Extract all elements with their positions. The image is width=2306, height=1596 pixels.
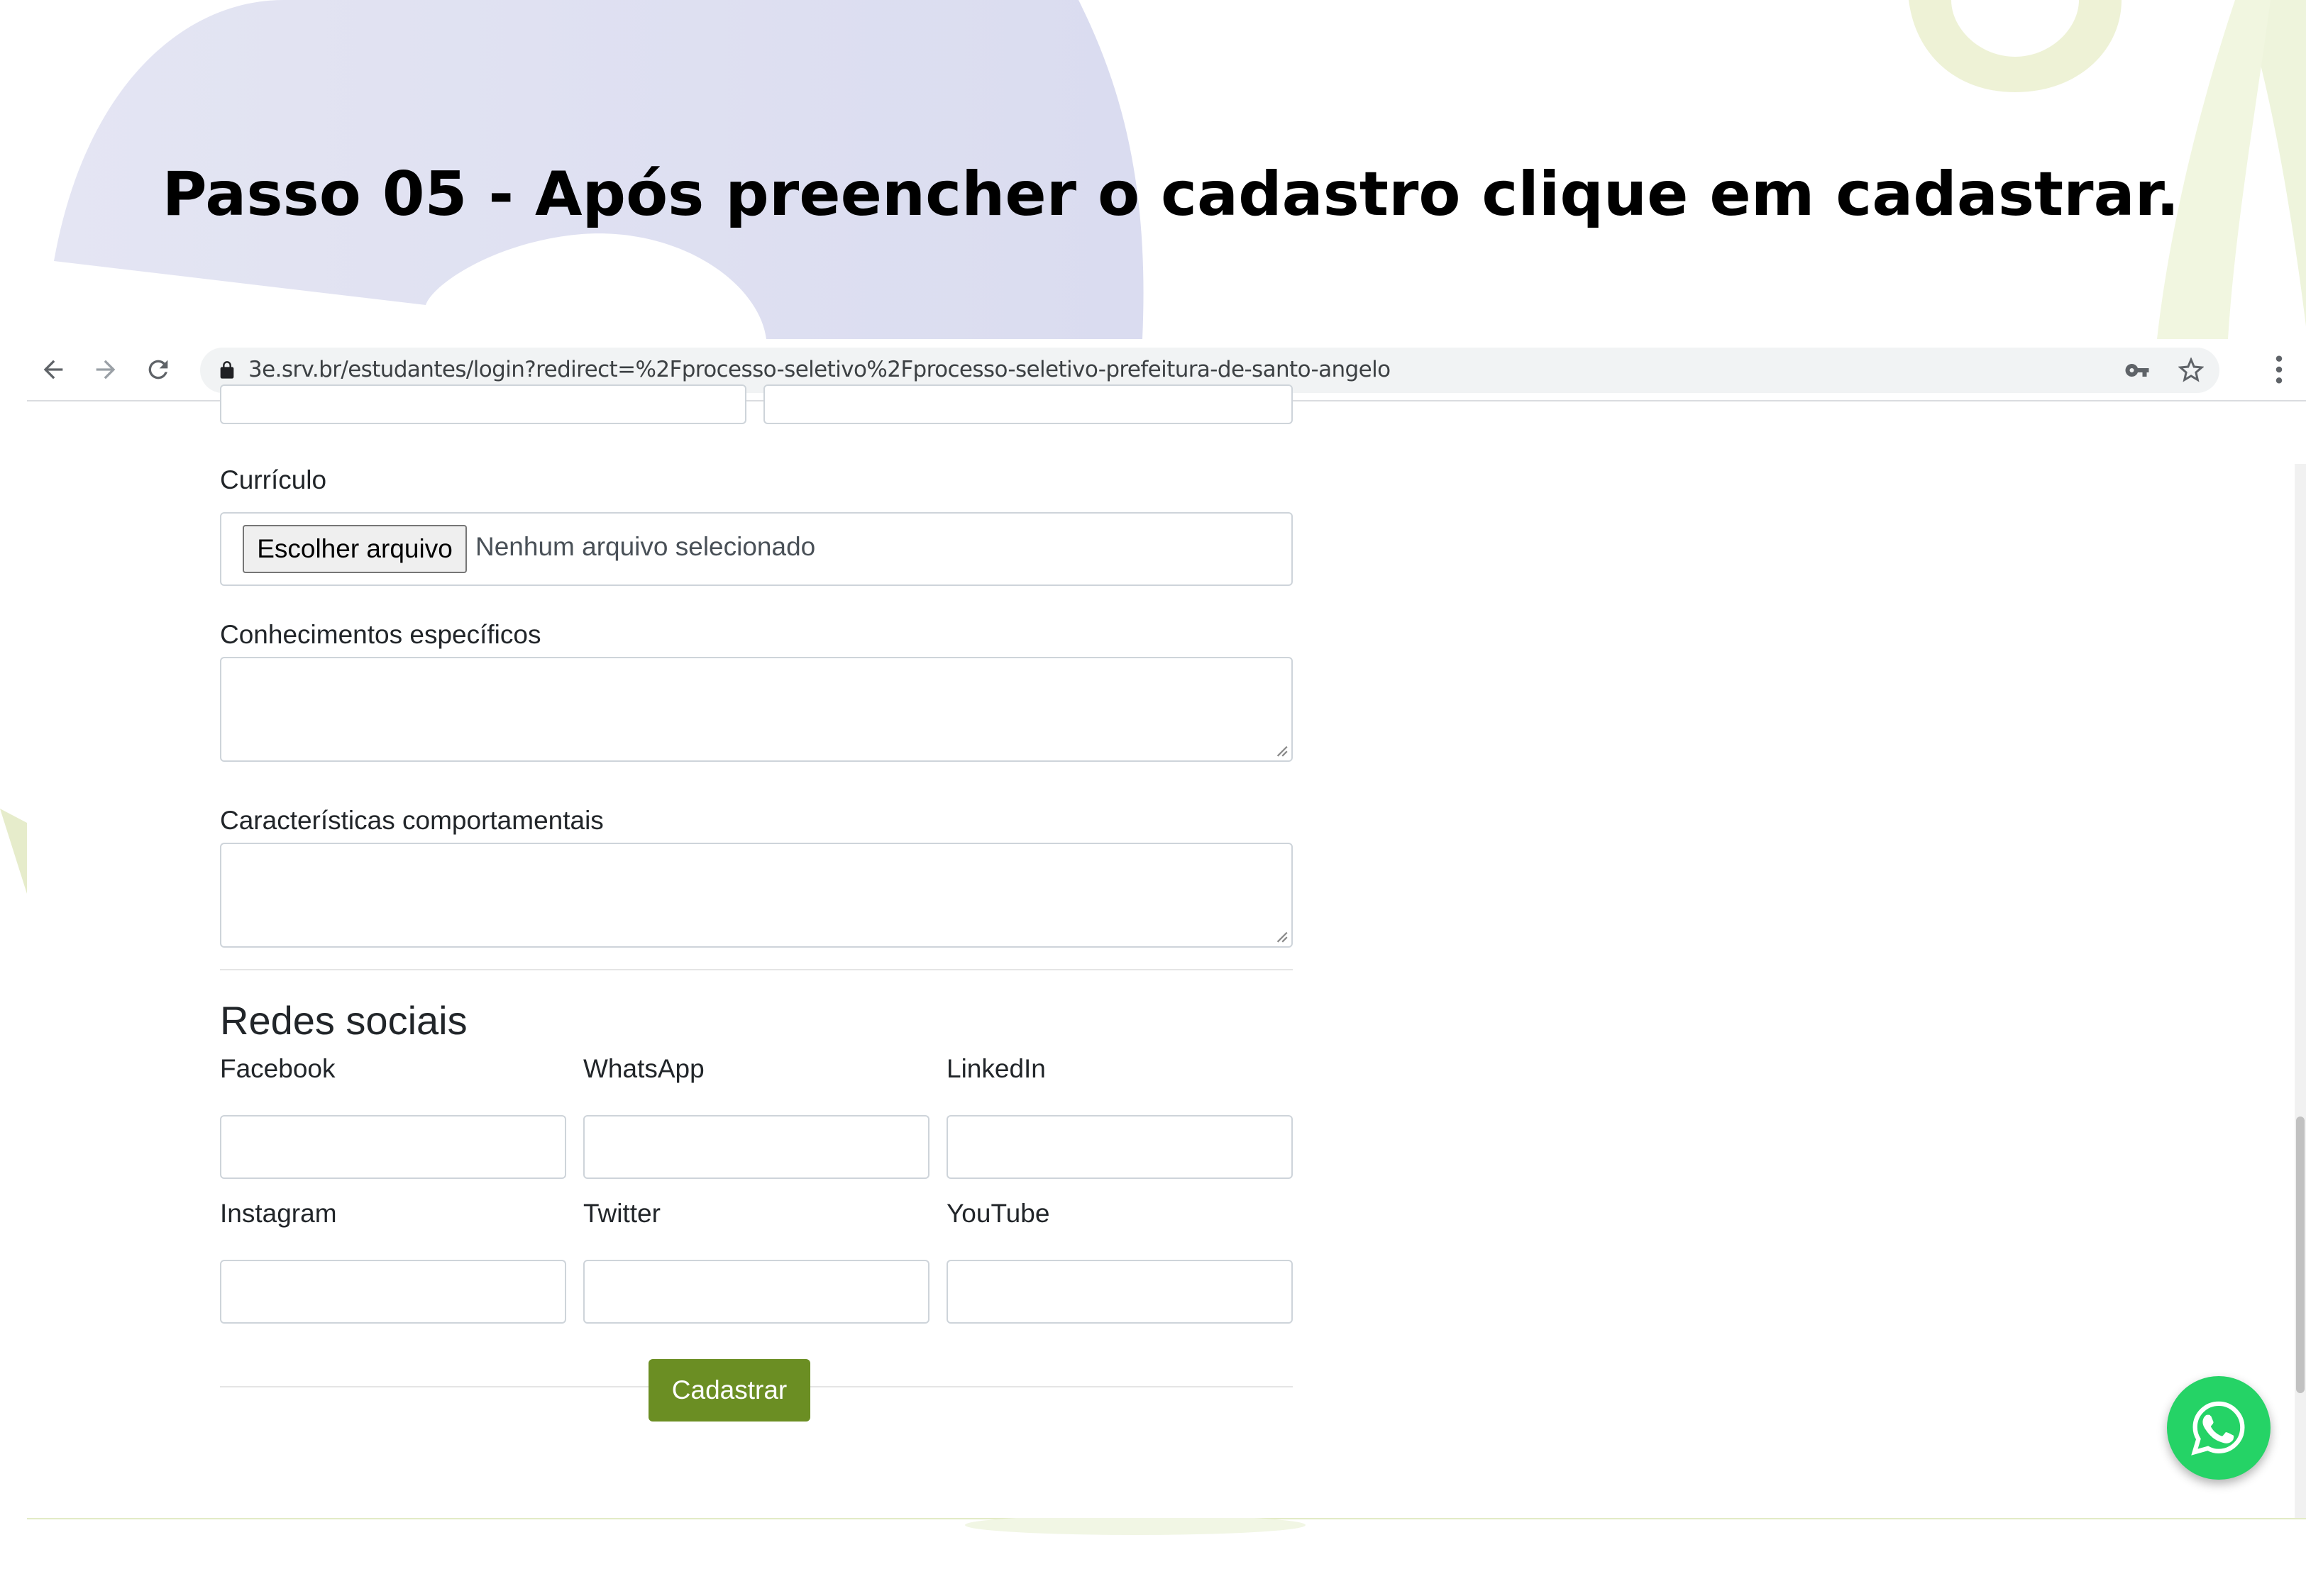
whatsapp-icon	[2191, 1401, 2245, 1456]
bookmark-star-icon[interactable]	[2178, 358, 2204, 383]
linkedin-input[interactable]	[947, 1115, 1293, 1179]
green-emblem-ring	[1909, 0, 2122, 92]
previous-input-left[interactable]	[220, 384, 746, 424]
choose-file-button[interactable]: Escolher arquivo	[243, 525, 467, 573]
curriculo-label: Currículo	[220, 465, 327, 494]
reload-icon[interactable]	[142, 353, 175, 386]
page-viewport: Currículo Escolher arquivo Nenhum arquiv…	[27, 384, 2306, 1518]
menu-dots-icon[interactable]	[2272, 353, 2286, 386]
social-section-title: Redes sociais	[220, 998, 468, 1043]
conhecimentos-label: Conhecimentos específicos	[220, 620, 541, 649]
youtube-label: YouTube	[947, 1199, 1050, 1228]
twitter-input[interactable]	[583, 1260, 929, 1324]
lock-icon	[220, 361, 234, 379]
scrollbar-thumb[interactable]	[2296, 1116, 2305, 1393]
url-text: 3e.srv.br/estudantes/login?redirect=%2Fp…	[248, 357, 1391, 382]
instagram-label: Instagram	[220, 1199, 337, 1228]
twitter-label: Twitter	[583, 1199, 661, 1228]
curriculo-file-input[interactable]: Escolher arquivo Nenhum arquivo selecion…	[220, 512, 1293, 586]
facebook-input[interactable]	[220, 1115, 566, 1179]
facebook-label: Facebook	[220, 1054, 336, 1083]
bottom-green-glow	[965, 1515, 1306, 1535]
whatsapp-chat-button[interactable]	[2167, 1376, 2271, 1480]
forward-arrow-icon[interactable]	[89, 353, 122, 386]
back-arrow-icon[interactable]	[37, 353, 70, 386]
page-scrollbar[interactable]	[2295, 464, 2306, 1518]
key-icon[interactable]	[2124, 358, 2150, 383]
slide-title: Passo 05 - Após preencher o cadastro cli…	[162, 159, 2180, 230]
youtube-input[interactable]	[947, 1260, 1293, 1324]
resize-handle-icon[interactable]	[1273, 742, 1289, 758]
caracteristicas-textarea[interactable]	[220, 843, 1293, 948]
whatsapp-label: WhatsApp	[583, 1054, 705, 1083]
left-green-sliver	[0, 809, 27, 894]
resize-handle-icon[interactable]	[1273, 928, 1289, 943]
linkedin-label: LinkedIn	[947, 1054, 1046, 1083]
caracteristicas-label: Características comportamentais	[220, 806, 604, 835]
previous-input-right[interactable]	[763, 384, 1293, 424]
browser-window: 3e.srv.br/estudantes/login?redirect=%2Fp…	[27, 339, 2306, 1518]
whatsapp-input[interactable]	[583, 1115, 929, 1179]
file-status-text: Nenhum arquivo selecionado	[475, 532, 816, 561]
section-divider	[220, 969, 1293, 970]
instagram-input[interactable]	[220, 1260, 566, 1324]
conhecimentos-textarea[interactable]	[220, 657, 1293, 762]
cadastrar-button[interactable]: Cadastrar	[649, 1359, 810, 1422]
